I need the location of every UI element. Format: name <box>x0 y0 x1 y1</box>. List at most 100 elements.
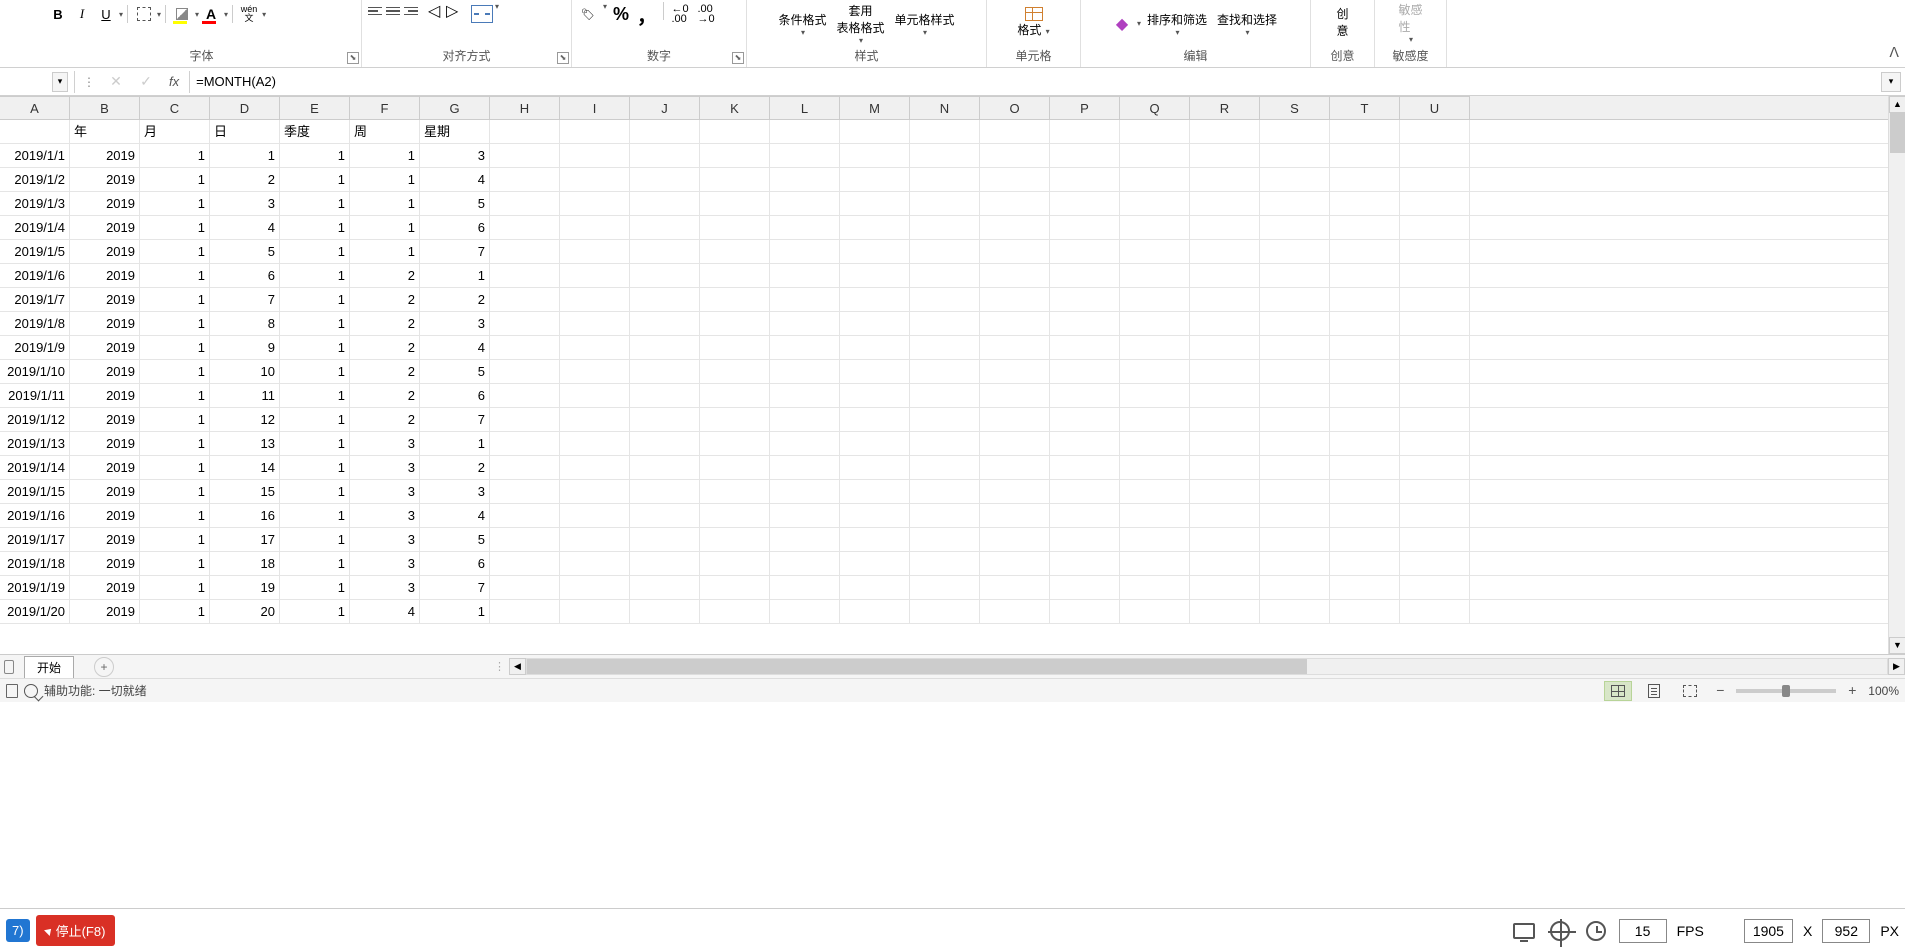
cell[interactable] <box>1260 264 1330 287</box>
cell[interactable]: 4 <box>420 504 490 527</box>
cell[interactable]: 2 <box>350 312 420 335</box>
cell[interactable] <box>490 384 560 407</box>
cell[interactable] <box>1050 480 1120 503</box>
cell[interactable]: 2 <box>420 288 490 311</box>
cell[interactable] <box>980 264 1050 287</box>
zoom-level[interactable]: 100% <box>1868 684 1899 698</box>
cell[interactable] <box>630 456 700 479</box>
cell[interactable] <box>980 528 1050 551</box>
cell[interactable]: 1 <box>420 264 490 287</box>
cell[interactable] <box>630 528 700 551</box>
cell[interactable] <box>1400 144 1470 167</box>
cell[interactable]: 3 <box>350 504 420 527</box>
zoom-in-button[interactable]: + <box>1844 683 1860 699</box>
conditional-format-button[interactable]: 条件格式 ▾ <box>774 4 830 44</box>
cell[interactable]: 2019 <box>70 264 140 287</box>
column-header-L[interactable]: L <box>770 96 840 119</box>
cell[interactable] <box>980 408 1050 431</box>
cell[interactable] <box>1120 456 1190 479</box>
cell[interactable]: 14 <box>210 456 280 479</box>
column-header-S[interactable]: S <box>1260 96 1330 119</box>
cell[interactable] <box>1330 528 1400 551</box>
bold-button[interactable]: B <box>46 2 70 26</box>
cell[interactable] <box>910 480 980 503</box>
column-header-C[interactable]: C <box>140 96 210 119</box>
cell[interactable]: 1 <box>140 432 210 455</box>
cell[interactable]: 3 <box>420 144 490 167</box>
screen-area-icon[interactable] <box>1511 920 1537 942</box>
cell[interactable] <box>980 240 1050 263</box>
cell[interactable] <box>1260 144 1330 167</box>
cell[interactable] <box>1190 192 1260 215</box>
cell[interactable] <box>1260 600 1330 623</box>
cell[interactable] <box>1120 360 1190 383</box>
cell[interactable] <box>840 120 910 143</box>
cell[interactable] <box>630 600 700 623</box>
cell[interactable] <box>770 168 840 191</box>
column-header-J[interactable]: J <box>630 96 700 119</box>
cell[interactable] <box>1400 408 1470 431</box>
cell[interactable]: 2019 <box>70 336 140 359</box>
cell[interactable] <box>1050 264 1120 287</box>
cell[interactable] <box>560 600 630 623</box>
cell[interactable] <box>1260 528 1330 551</box>
cell[interactable] <box>1050 288 1120 311</box>
cell[interactable]: 1 <box>420 600 490 623</box>
cell[interactable] <box>700 432 770 455</box>
cell[interactable] <box>630 480 700 503</box>
stop-recording-button[interactable]: 停止(F8) <box>36 915 116 946</box>
grid-body[interactable]: 年月日季度周星期2019/1/12019111132019/1/22019121… <box>0 120 1905 624</box>
cell[interactable] <box>700 192 770 215</box>
cell[interactable] <box>1330 600 1400 623</box>
accounting-dropdown-icon[interactable]: ▾ <box>603 2 607 11</box>
alignment-launcher-icon[interactable]: ⬊ <box>557 52 569 64</box>
cell[interactable] <box>1050 528 1120 551</box>
ideas-button[interactable]: 创 意 <box>1319 2 1367 42</box>
cell[interactable] <box>1330 168 1400 191</box>
cell[interactable] <box>490 168 560 191</box>
cell[interactable] <box>840 528 910 551</box>
cell[interactable] <box>1400 216 1470 239</box>
cell[interactable]: 1 <box>280 264 350 287</box>
cell[interactable] <box>980 216 1050 239</box>
cell[interactable] <box>0 120 70 143</box>
cell[interactable] <box>1400 576 1470 599</box>
cell[interactable]: 3 <box>350 528 420 551</box>
cell[interactable] <box>910 384 980 407</box>
cell[interactable]: 9 <box>210 336 280 359</box>
cell[interactable]: 2019/1/9 <box>0 336 70 359</box>
cell[interactable]: 2019/1/19 <box>0 576 70 599</box>
cell[interactable] <box>700 504 770 527</box>
cell[interactable] <box>700 168 770 191</box>
cell[interactable]: 1 <box>140 168 210 191</box>
cell[interactable] <box>1050 192 1120 215</box>
cell-styles-button[interactable]: 单元格样式 ▾ <box>891 4 959 44</box>
cell[interactable] <box>1190 360 1260 383</box>
cell[interactable]: 3 <box>350 576 420 599</box>
cell[interactable] <box>980 384 1050 407</box>
cell[interactable] <box>490 600 560 623</box>
font-launcher-icon[interactable]: ⬊ <box>347 52 359 64</box>
vertical-scrollbar[interactable]: ▲ ▼ <box>1888 96 1905 654</box>
cell[interactable]: 2019 <box>70 192 140 215</box>
cell[interactable] <box>770 576 840 599</box>
cell[interactable]: 2 <box>210 168 280 191</box>
cell[interactable] <box>770 432 840 455</box>
cell[interactable] <box>1400 288 1470 311</box>
cell[interactable]: 1 <box>280 576 350 599</box>
cell[interactable]: 4 <box>420 168 490 191</box>
cell[interactable] <box>560 480 630 503</box>
cell[interactable]: 12 <box>210 408 280 431</box>
cell[interactable]: 1 <box>140 360 210 383</box>
view-normal-button[interactable] <box>1604 681 1632 701</box>
cell[interactable]: 1 <box>420 432 490 455</box>
cell[interactable]: 11 <box>210 384 280 407</box>
cell[interactable] <box>1260 576 1330 599</box>
width-input[interactable]: 1905 <box>1744 919 1793 943</box>
cell[interactable]: 1 <box>280 216 350 239</box>
column-header-M[interactable]: M <box>840 96 910 119</box>
column-header-U[interactable]: U <box>1400 96 1470 119</box>
column-header-I[interactable]: I <box>560 96 630 119</box>
cell[interactable] <box>630 288 700 311</box>
cell[interactable] <box>1050 600 1120 623</box>
